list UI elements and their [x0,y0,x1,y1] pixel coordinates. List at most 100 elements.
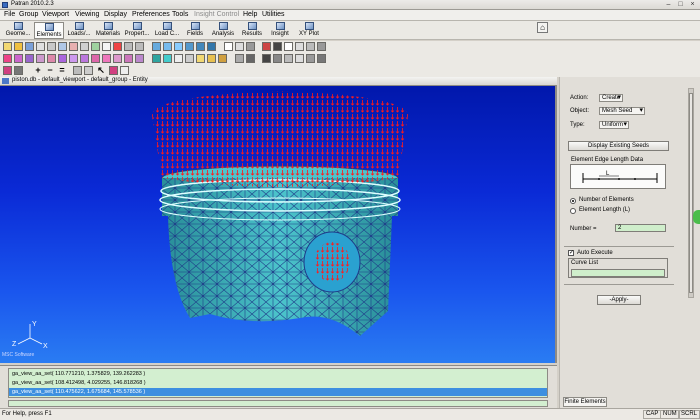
hidden-line-icon[interactable] [235,42,244,51]
minus-icon[interactable]: − [45,65,55,76]
view-iso3-icon[interactable] [207,42,216,51]
action-dropdown[interactable]: Create [599,94,623,102]
history-row[interactable]: ga_view_aa_set( 110.771210, 1.375829, 13… [9,370,547,378]
select-group-icon[interactable] [124,54,133,63]
new-file-icon[interactable] [3,42,12,51]
select-list-icon[interactable] [135,54,144,63]
app-load-cases-button[interactable]: Load C... [152,22,182,39]
select-solid-icon[interactable] [47,54,56,63]
number-input[interactable]: 2 [615,224,666,232]
blank-icon[interactable] [185,54,194,63]
plus-icon[interactable]: + [33,65,43,76]
app-properties-button[interactable]: Propert... [122,22,152,39]
panel-scrollbar[interactable] [688,88,694,298]
erase-icon[interactable] [174,54,183,63]
select-polygon-icon[interactable] [102,54,111,63]
plot-erase-icon[interactable] [163,54,172,63]
home-icon[interactable]: ⌂ [537,22,548,33]
select-curve-icon[interactable] [25,54,34,63]
capture-icon[interactable] [273,54,282,63]
select-pick-icon[interactable] [3,54,12,63]
copy-icon[interactable] [47,42,56,51]
radio-element-length[interactable] [570,208,576,214]
menu-file[interactable]: File [4,11,15,18]
close-view-icon[interactable] [120,66,129,75]
maximize-icon[interactable]: □ [676,1,685,9]
app-insight-button[interactable]: Insight [266,22,294,39]
zoom-out-icon[interactable] [135,42,144,51]
undo-icon[interactable] [58,42,67,51]
element-shrink-icon[interactable] [295,42,304,51]
show-all-icon[interactable] [152,54,161,63]
display-existing-seeds-button[interactable]: Display Existing Seeds [568,141,669,151]
measure-icon[interactable] [246,54,255,63]
node-size-icon[interactable] [284,42,293,51]
pick-3d-icon[interactable] [109,66,118,75]
print-icon[interactable] [36,42,45,51]
object-dropdown[interactable]: Mesh Seed [599,107,645,115]
select-all-icon[interactable] [113,54,122,63]
view-spin-icon[interactable] [84,66,93,75]
view-iso2-icon[interactable] [196,42,205,51]
menu-help[interactable]: Help [243,11,257,18]
select-node-icon[interactable] [58,54,67,63]
zoom-icon[interactable] [113,42,122,51]
cursor-icon[interactable]: ↖ [96,65,106,76]
scrollbar-thumb[interactable] [689,93,693,293]
close-icon[interactable]: × [688,1,697,9]
render-icon[interactable] [306,54,315,63]
open-file-icon[interactable] [14,42,23,51]
wireframe-icon[interactable] [224,42,233,51]
radio-number-of-elements[interactable] [570,198,576,204]
report-icon[interactable] [218,54,227,63]
select-element-icon[interactable] [69,54,78,63]
history-row-selected[interactable]: ga_view_aa_set( 110.475622, 1.675684, 14… [9,388,547,396]
app-materials-button[interactable]: Materials [94,22,122,39]
app-geometry-button[interactable]: Geome... [2,22,34,39]
view-iso1-icon[interactable] [185,42,194,51]
command-line-input[interactable] [8,400,548,407]
label-toggle-icon[interactable] [262,42,271,51]
app-fields-button[interactable]: Fields [182,22,208,39]
apply-button[interactable]: -Apply- [597,295,641,305]
camera-icon[interactable] [262,54,271,63]
equals-icon[interactable]: = [57,65,67,76]
reset-graphics-icon[interactable] [80,42,89,51]
app-results-button[interactable]: Results [238,22,266,39]
menu-tools[interactable]: Tools [172,11,188,18]
graphics-viewport[interactable]: piston.db - default_viewport - default_g… [0,77,557,363]
type-dropdown[interactable]: Uniform [599,121,629,129]
boundary-icon[interactable] [317,42,326,51]
animate-icon[interactable] [295,54,304,63]
select-surface-icon[interactable] [36,54,45,63]
menu-viewing[interactable]: Viewing [75,11,99,18]
abort-icon[interactable] [69,42,78,51]
lights-icon[interactable] [317,54,326,63]
view-side-icon[interactable] [174,42,183,51]
menu-insight-control[interactable]: Insight Control [194,11,239,18]
free-edge-icon[interactable] [306,42,315,51]
model-view[interactable]: Y Z X MSC Software [0,86,557,363]
menu-group[interactable]: Group [19,11,38,18]
save-icon[interactable] [25,42,34,51]
group-icon[interactable] [196,54,205,63]
menu-viewport[interactable]: Viewport [42,11,69,18]
menu-preferences[interactable]: Preferences [132,11,170,18]
spotlight-icon[interactable] [284,54,293,63]
auto-execute-checkbox[interactable]: ✓ [568,250,574,256]
menu-display[interactable]: Display [104,11,127,18]
fit-view-icon[interactable] [102,42,111,51]
rotate-icon[interactable] [3,66,12,75]
zoom-in-icon[interactable] [124,42,133,51]
select-rectangle-icon[interactable] [91,54,100,63]
menu-utilities[interactable]: Utilities [262,11,285,18]
view-corner-icon[interactable] [73,66,82,75]
select-point-icon[interactable] [14,54,23,63]
history-row[interactable]: ga_view_aa_set( 108.412498, 4.029255, 14… [9,379,547,387]
select-mpc-icon[interactable] [80,54,89,63]
history-list[interactable]: ga_view_aa_set( 110.771210, 1.375829, 13… [8,368,548,398]
app-xy-plot-button[interactable]: XY Plot [294,22,324,39]
view-top-icon[interactable] [163,42,172,51]
pan-icon[interactable] [14,66,23,75]
list-icon[interactable] [207,54,216,63]
